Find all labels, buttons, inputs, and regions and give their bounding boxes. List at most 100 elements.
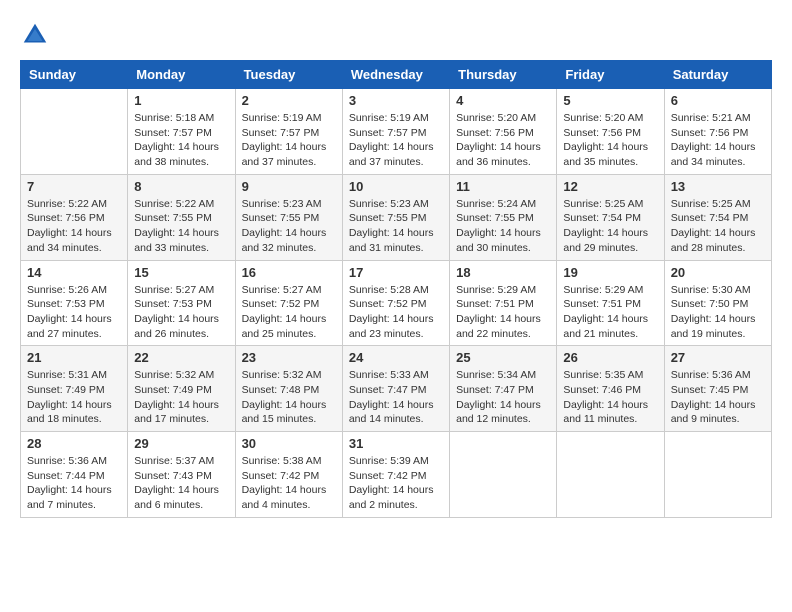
week-row-5: 28 Sunrise: 5:36 AM Sunset: 7:44 PM Dayli… <box>21 432 772 518</box>
day-info: Sunrise: 5:21 AM Sunset: 7:56 PM Dayligh… <box>671 111 765 170</box>
dow-header-friday: Friday <box>557 61 664 89</box>
day-number: 30 <box>242 436 336 451</box>
day-number: 17 <box>349 265 443 280</box>
day-number: 28 <box>27 436 121 451</box>
dow-header-thursday: Thursday <box>450 61 557 89</box>
day-number: 19 <box>563 265 657 280</box>
day-number: 7 <box>27 179 121 194</box>
day-info: Sunrise: 5:19 AM Sunset: 7:57 PM Dayligh… <box>349 111 443 170</box>
dow-header-sunday: Sunday <box>21 61 128 89</box>
day-info: Sunrise: 5:27 AM Sunset: 7:53 PM Dayligh… <box>134 283 228 342</box>
calendar-cell: 3 Sunrise: 5:19 AM Sunset: 7:57 PM Daylig… <box>342 89 449 175</box>
day-number: 22 <box>134 350 228 365</box>
logo <box>20 20 50 50</box>
day-number: 26 <box>563 350 657 365</box>
day-info: Sunrise: 5:27 AM Sunset: 7:52 PM Dayligh… <box>242 283 336 342</box>
calendar-cell: 2Sunrise: 5:19 AM Sunset: 7:57 PM Daylig… <box>235 89 342 175</box>
day-info: Sunrise: 5:34 AM Sunset: 7:47 PM Dayligh… <box>456 368 550 427</box>
day-info: Sunrise: 5:24 AM Sunset: 7:55 PM Dayligh… <box>456 197 550 256</box>
calendar-cell: 15 Sunrise: 5:27 AM Sunset: 7:53 PM Dayli… <box>128 260 235 346</box>
calendar-cell: 24Sunrise: 5:33 AM Sunset: 7:47 PM Dayli… <box>342 346 449 432</box>
calendar-cell <box>557 432 664 518</box>
day-info: Sunrise: 5:28 AM Sunset: 7:52 PM Dayligh… <box>349 283 443 342</box>
day-number: 8 <box>134 179 228 194</box>
calendar-table: SundayMondayTuesdayWednesdayThursdayFrid… <box>20 60 772 518</box>
day-number: 15 <box>134 265 228 280</box>
calendar-cell: 10 Sunrise: 5:23 AM Sunset: 7:55 PM Dayli… <box>342 174 449 260</box>
calendar-cell: 20 Sunrise: 5:30 AM Sunset: 7:50 PM Dayli… <box>664 260 771 346</box>
day-info: Sunrise: 5:36 AM Sunset: 7:44 PM Dayligh… <box>27 454 121 513</box>
day-number: 25 <box>456 350 550 365</box>
calendar-cell: 16 Sunrise: 5:27 AM Sunset: 7:52 PM Dayli… <box>235 260 342 346</box>
calendar-cell <box>664 432 771 518</box>
day-number: 10 <box>349 179 443 194</box>
day-info: Sunrise: 5:22 AM Sunset: 7:56 PM Dayligh… <box>27 197 121 256</box>
calendar-cell: 13 Sunrise: 5:25 AM Sunset: 7:54 PM Dayli… <box>664 174 771 260</box>
calendar-cell: 25 Sunrise: 5:34 AM Sunset: 7:47 PM Dayli… <box>450 346 557 432</box>
calendar-cell: 31 Sunrise: 5:39 AM Sunset: 7:42 PM Dayli… <box>342 432 449 518</box>
calendar-cell: 7 Sunrise: 5:22 AM Sunset: 7:56 PM Daylig… <box>21 174 128 260</box>
calendar-cell: 11 Sunrise: 5:24 AM Sunset: 7:55 PM Dayli… <box>450 174 557 260</box>
week-row-3: 14 Sunrise: 5:26 AM Sunset: 7:53 PM Dayli… <box>21 260 772 346</box>
day-number: 29 <box>134 436 228 451</box>
day-info: Sunrise: 5:36 AM Sunset: 7:45 PM Dayligh… <box>671 368 765 427</box>
calendar-cell: 1 Sunrise: 5:18 AM Sunset: 7:57 PM Daylig… <box>128 89 235 175</box>
header <box>20 20 772 50</box>
day-number: 27 <box>671 350 765 365</box>
day-info: Sunrise: 5:30 AM Sunset: 7:50 PM Dayligh… <box>671 283 765 342</box>
day-info: Sunrise: 5:25 AM Sunset: 7:54 PM Dayligh… <box>563 197 657 256</box>
day-number: 3 <box>349 93 443 108</box>
calendar-cell: 28 Sunrise: 5:36 AM Sunset: 7:44 PM Dayli… <box>21 432 128 518</box>
day-info: Sunrise: 5:23 AM Sunset: 7:55 PM Dayligh… <box>349 197 443 256</box>
day-number: 18 <box>456 265 550 280</box>
day-info: Sunrise: 5:22 AM Sunset: 7:55 PM Dayligh… <box>134 197 228 256</box>
day-number: 20 <box>671 265 765 280</box>
day-number: 23 <box>242 350 336 365</box>
day-info: Sunrise: 5:32 AM Sunset: 7:49 PM Dayligh… <box>134 368 228 427</box>
day-info: Sunrise: 5:29 AM Sunset: 7:51 PM Dayligh… <box>456 283 550 342</box>
dow-header-saturday: Saturday <box>664 61 771 89</box>
day-number: 2 <box>242 93 336 108</box>
day-number: 14 <box>27 265 121 280</box>
day-number: 4 <box>456 93 550 108</box>
week-row-4: 21Sunrise: 5:31 AM Sunset: 7:49 PM Dayli… <box>21 346 772 432</box>
day-number: 13 <box>671 179 765 194</box>
calendar-cell: 30 Sunrise: 5:38 AM Sunset: 7:42 PM Dayli… <box>235 432 342 518</box>
calendar-cell: 18 Sunrise: 5:29 AM Sunset: 7:51 PM Dayli… <box>450 260 557 346</box>
calendar-cell: 22 Sunrise: 5:32 AM Sunset: 7:49 PM Dayli… <box>128 346 235 432</box>
day-info: Sunrise: 5:25 AM Sunset: 7:54 PM Dayligh… <box>671 197 765 256</box>
week-row-2: 7 Sunrise: 5:22 AM Sunset: 7:56 PM Daylig… <box>21 174 772 260</box>
day-info: Sunrise: 5:23 AM Sunset: 7:55 PM Dayligh… <box>242 197 336 256</box>
day-info: Sunrise: 5:38 AM Sunset: 7:42 PM Dayligh… <box>242 454 336 513</box>
logo-icon <box>20 20 50 50</box>
day-info: Sunrise: 5:18 AM Sunset: 7:57 PM Dayligh… <box>134 111 228 170</box>
calendar-cell: 27 Sunrise: 5:36 AM Sunset: 7:45 PM Dayli… <box>664 346 771 432</box>
day-number: 1 <box>134 93 228 108</box>
day-info: Sunrise: 5:39 AM Sunset: 7:42 PM Dayligh… <box>349 454 443 513</box>
day-number: 5 <box>563 93 657 108</box>
calendar-cell: 5 Sunrise: 5:20 AM Sunset: 7:56 PM Daylig… <box>557 89 664 175</box>
calendar-cell: 4 Sunrise: 5:20 AM Sunset: 7:56 PM Daylig… <box>450 89 557 175</box>
day-info: Sunrise: 5:32 AM Sunset: 7:48 PM Dayligh… <box>242 368 336 427</box>
day-number: 31 <box>349 436 443 451</box>
day-info: Sunrise: 5:26 AM Sunset: 7:53 PM Dayligh… <box>27 283 121 342</box>
calendar-cell <box>21 89 128 175</box>
day-number: 12 <box>563 179 657 194</box>
day-number: 11 <box>456 179 550 194</box>
dow-header-wednesday: Wednesday <box>342 61 449 89</box>
calendar-cell: 12 Sunrise: 5:25 AM Sunset: 7:54 PM Dayli… <box>557 174 664 260</box>
day-number: 9 <box>242 179 336 194</box>
day-info: Sunrise: 5:20 AM Sunset: 7:56 PM Dayligh… <box>456 111 550 170</box>
calendar-cell: 19 Sunrise: 5:29 AM Sunset: 7:51 PM Dayli… <box>557 260 664 346</box>
day-number: 24 <box>349 350 443 365</box>
calendar-cell: 14 Sunrise: 5:26 AM Sunset: 7:53 PM Dayli… <box>21 260 128 346</box>
calendar-cell: 8 Sunrise: 5:22 AM Sunset: 7:55 PM Daylig… <box>128 174 235 260</box>
calendar-cell: 9 Sunrise: 5:23 AM Sunset: 7:55 PM Daylig… <box>235 174 342 260</box>
day-number: 16 <box>242 265 336 280</box>
day-info: Sunrise: 5:29 AM Sunset: 7:51 PM Dayligh… <box>563 283 657 342</box>
dow-header-monday: Monday <box>128 61 235 89</box>
calendar-cell: 17 Sunrise: 5:28 AM Sunset: 7:52 PM Dayli… <box>342 260 449 346</box>
week-row-1: 1 Sunrise: 5:18 AM Sunset: 7:57 PM Daylig… <box>21 89 772 175</box>
day-info: Sunrise: 5:20 AM Sunset: 7:56 PM Dayligh… <box>563 111 657 170</box>
calendar-cell: 29Sunrise: 5:37 AM Sunset: 7:43 PM Dayli… <box>128 432 235 518</box>
